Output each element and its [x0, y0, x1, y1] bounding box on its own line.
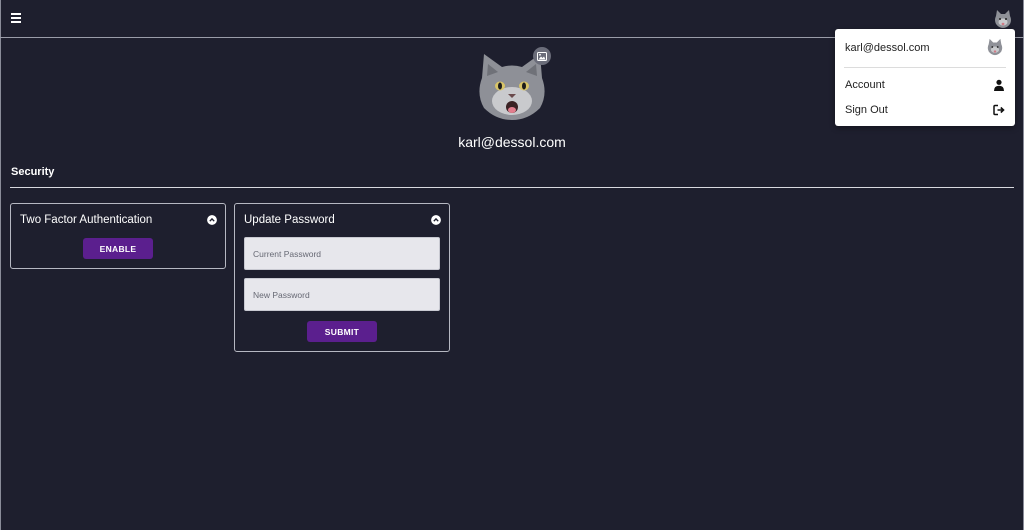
enable-2fa-button[interactable]: ENABLE	[83, 238, 153, 259]
update-password-title: Update Password	[244, 214, 335, 226]
chevron-up-circle-icon[interactable]	[207, 215, 217, 225]
two-factor-card: Two Factor Authentication ENABLE	[10, 203, 226, 269]
two-factor-title: Two Factor Authentication	[20, 214, 153, 226]
current-password-input[interactable]	[244, 237, 440, 270]
section-divider	[10, 187, 1014, 188]
chevron-up-circle-icon[interactable]	[431, 215, 441, 225]
sign-out-icon	[993, 104, 1005, 116]
submit-password-button[interactable]: SUBMIT	[307, 321, 377, 342]
user-menu-item-label: Account	[845, 79, 885, 91]
user-menu-item-sign-out[interactable]: Sign Out	[835, 100, 1015, 122]
user-menu-item-account[interactable]: Account	[835, 75, 1015, 97]
change-photo-button[interactable]	[533, 47, 551, 65]
cat-avatar-icon	[987, 38, 1003, 56]
image-icon	[537, 51, 547, 61]
new-password-input[interactable]	[244, 278, 440, 311]
user-menu-divider	[844, 67, 1006, 68]
section-title-security: Security	[11, 166, 55, 178]
update-password-card: Update Password SUBMIT	[234, 203, 450, 352]
user-menu-item-label: Sign Out	[845, 104, 888, 116]
hamburger-menu-icon[interactable]	[11, 13, 21, 23]
user-menu-email: karl@dessol.com	[845, 42, 930, 54]
user-menu-dropdown: karl@dessol.com Account Sign Out	[835, 29, 1015, 126]
user-icon	[994, 79, 1004, 91]
profile-email: karl@dessol.com	[458, 134, 566, 150]
cat-avatar-icon[interactable]	[993, 9, 1013, 29]
